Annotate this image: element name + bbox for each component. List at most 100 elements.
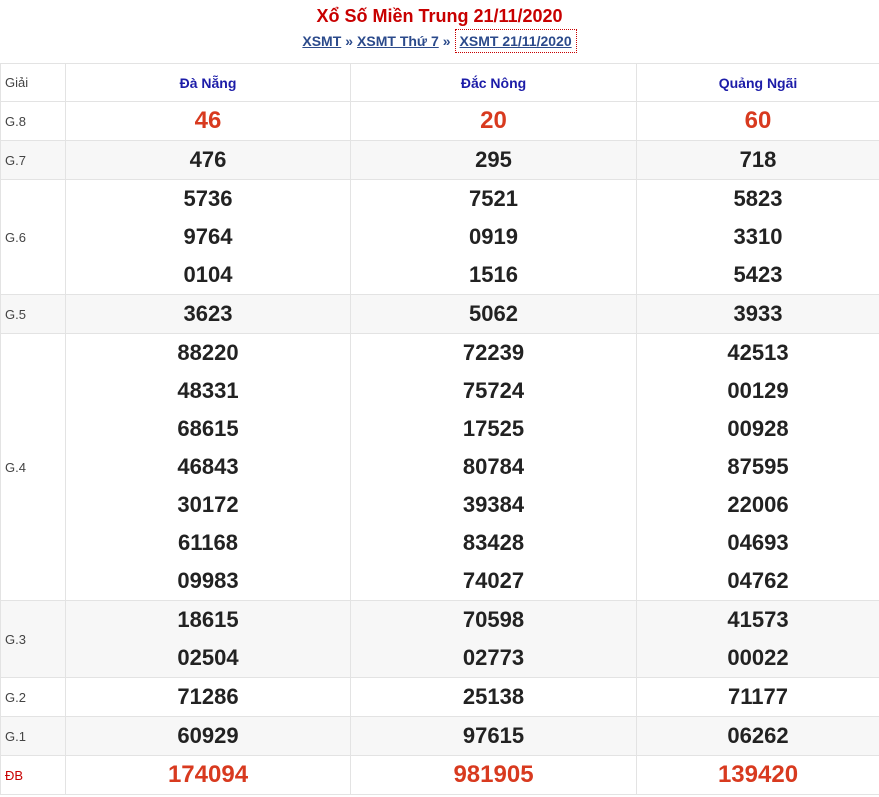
result-number: 72239 — [462, 340, 525, 365]
result-number: 476 — [189, 147, 227, 172]
result-cell: 97615 — [350, 716, 637, 756]
result-cell: 60929 — [65, 716, 351, 756]
result-number: 02773 — [462, 645, 525, 670]
breadcrumb-link-xsmt[interactable]: XSMT — [302, 33, 341, 49]
table-header-row: Giải Đà Nẵng Đắc Nông Quảng Ngãi — [0, 63, 879, 102]
result-number: 71286 — [177, 684, 239, 709]
result-number: 60 — [744, 107, 772, 134]
result-number: 17525 — [462, 416, 525, 441]
prize-row-g5: G.5 3623 5062 3933 — [0, 294, 879, 334]
result-number: 5062 — [469, 301, 518, 326]
result-number: 42513 — [727, 340, 789, 365]
result-cell: 476 — [65, 140, 351, 180]
result-cell: 46 — [65, 101, 351, 141]
prize-label: G.3 — [0, 600, 66, 678]
result-number: 41573 — [727, 607, 789, 632]
result-number: 981905 — [453, 761, 534, 788]
result-cell: 20 — [350, 101, 637, 141]
prize-row-g3: G.3 18615 02504 70598 02773 41573 00022 — [0, 600, 879, 678]
prize-label: G.4 — [0, 333, 66, 601]
result-number: 74027 — [462, 568, 525, 593]
prize-row-g7: G.7 476 295 718 — [0, 140, 879, 180]
province-header-dac-nong[interactable]: Đắc Nông — [350, 63, 637, 102]
prize-label: G.7 — [0, 140, 66, 180]
result-cell: 25138 — [350, 677, 637, 717]
result-cell: 42513 00129 00928 87595 22006 04693 0476… — [636, 333, 879, 601]
result-cell: 71177 — [636, 677, 879, 717]
prize-column-header: Giải — [0, 63, 66, 102]
result-cell: 88220 48331 68615 46843 30172 61168 0998… — [65, 333, 351, 601]
result-number: 7521 — [469, 186, 518, 211]
result-number: 46843 — [177, 454, 239, 479]
result-cell: 71286 — [65, 677, 351, 717]
page-title: Xổ Số Miền Trung 21/11/2020 — [316, 6, 563, 26]
result-cell: 41573 00022 — [636, 600, 879, 678]
result-number: 00022 — [727, 645, 789, 670]
result-number: 60929 — [177, 723, 239, 748]
result-cell: 5062 — [350, 294, 637, 334]
result-cell: 18615 02504 — [65, 600, 351, 678]
result-number: 09983 — [177, 568, 239, 593]
breadcrumb-link-saturday[interactable]: XSMT Thứ 7 — [357, 33, 439, 49]
result-number: 04693 — [727, 530, 789, 555]
result-cell: 718 — [636, 140, 879, 180]
prize-row-g1: G.1 60929 97615 06262 — [0, 716, 879, 756]
prize-label: G.2 — [0, 677, 66, 717]
result-number: 97615 — [462, 723, 525, 748]
breadcrumb-separator: » — [442, 33, 451, 49]
result-cell: 5823 3310 5423 — [636, 179, 879, 295]
prize-row-g8: G.8 46 20 60 — [0, 101, 879, 141]
result-number: 5736 — [183, 186, 233, 211]
result-number: 39384 — [462, 492, 525, 517]
breadcrumb-link-current-date[interactable]: XSMT 21/11/2020 — [454, 29, 577, 53]
result-cell: 7521 0919 1516 — [350, 179, 637, 295]
prize-label: ĐB — [0, 755, 66, 795]
result-number: 5823 — [733, 186, 783, 211]
result-number: 68615 — [177, 416, 239, 441]
prize-row-special: ĐB 174094 981905 139420 — [0, 755, 879, 795]
prize-label: G.1 — [0, 716, 66, 756]
breadcrumb: XSMT» XSMT Thứ 7» XSMT 21/11/2020 — [0, 28, 879, 56]
result-number: 46 — [194, 107, 222, 134]
results-table: Giải Đà Nẵng Đắc Nông Quảng Ngãi G.8 46 … — [0, 63, 879, 795]
result-cell: 5736 9764 0104 — [65, 179, 351, 295]
result-number: 02504 — [177, 645, 239, 670]
result-number: 25138 — [462, 684, 525, 709]
prize-row-g6: G.6 5736 9764 0104 7521 0919 1516 5823 3… — [0, 179, 879, 295]
result-number: 00129 — [727, 378, 789, 403]
result-number: 3933 — [733, 301, 783, 326]
result-cell: 3623 — [65, 294, 351, 334]
result-number: 1516 — [469, 262, 518, 287]
result-number: 0919 — [469, 224, 518, 249]
result-number: 18615 — [177, 607, 239, 632]
result-cell: 981905 — [350, 755, 637, 795]
result-number: 48331 — [177, 378, 239, 403]
result-number: 9764 — [183, 224, 233, 249]
result-number: 83428 — [462, 530, 525, 555]
prize-label: G.8 — [0, 101, 66, 141]
result-number: 88220 — [177, 340, 239, 365]
result-number: 5423 — [733, 262, 783, 287]
result-cell: 295 — [350, 140, 637, 180]
result-number: 61168 — [178, 530, 238, 555]
province-header-quang-ngai[interactable]: Quảng Ngãi — [636, 63, 879, 102]
result-number: 71177 — [728, 684, 788, 709]
result-number: 80784 — [462, 454, 525, 479]
province-header-da-nang[interactable]: Đà Nẵng — [65, 63, 351, 102]
result-cell: 72239 75724 17525 80784 39384 83428 7402… — [350, 333, 637, 601]
result-cell: 139420 — [636, 755, 879, 795]
result-number: 139420 — [717, 761, 799, 788]
result-number: 70598 — [462, 607, 525, 632]
result-number: 20 — [480, 107, 507, 134]
result-number: 295 — [475, 147, 512, 172]
prize-row-g4: G.4 88220 48331 68615 46843 30172 61168 … — [0, 333, 879, 601]
result-number: 3310 — [733, 224, 783, 249]
result-number: 06262 — [727, 723, 789, 748]
result-number: 3623 — [183, 301, 233, 326]
result-number: 174094 — [167, 761, 249, 788]
breadcrumb-separator: » — [345, 33, 354, 49]
result-cell: 174094 — [65, 755, 351, 795]
prize-row-g2: G.2 71286 25138 71177 — [0, 677, 879, 717]
result-cell: 60 — [636, 101, 879, 141]
result-number: 22006 — [727, 492, 789, 517]
